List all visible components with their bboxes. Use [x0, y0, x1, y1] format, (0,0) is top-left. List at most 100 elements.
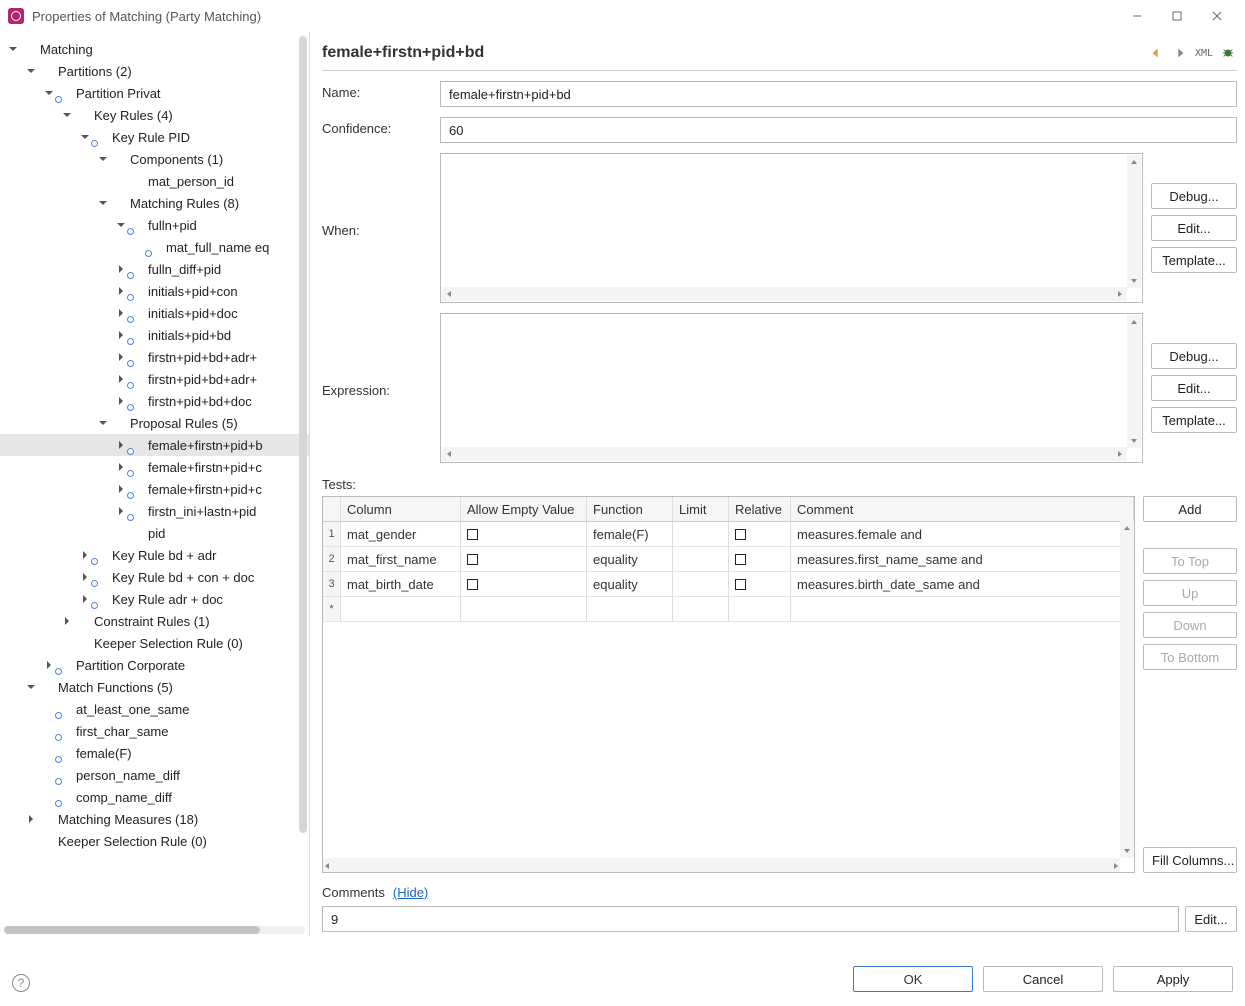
when-horizontal-scrollbar[interactable] — [442, 287, 1127, 301]
cell-allow-empty[interactable] — [461, 572, 587, 596]
tree-item[interactable]: mat_person_id — [0, 170, 309, 192]
when-template-button[interactable]: Template... — [1151, 247, 1237, 273]
checkbox-icon[interactable] — [735, 529, 746, 540]
tree-item[interactable]: Key Rule PID — [0, 126, 309, 148]
checkbox-icon[interactable] — [467, 554, 478, 565]
tree-item[interactable]: Matching Measures (18) — [0, 808, 309, 830]
chevron-right-icon[interactable] — [114, 372, 128, 386]
tree-item[interactable]: Partition Corporate — [0, 654, 309, 676]
xml-button[interactable]: XML — [1195, 44, 1213, 62]
comments-hide-link[interactable]: (Hide) — [393, 885, 428, 900]
tree[interactable]: MatchingPartitions (2)Partition PrivatKe… — [0, 38, 309, 852]
add-button[interactable]: Add — [1143, 496, 1237, 522]
chevron-right-icon[interactable] — [114, 262, 128, 276]
cell-column[interactable]: mat_birth_date — [341, 572, 461, 596]
maximize-button[interactable] — [1157, 3, 1197, 29]
chevron-down-icon[interactable] — [42, 86, 56, 100]
tests-horizontal-scrollbar[interactable] — [323, 858, 1120, 872]
cell-relative[interactable] — [729, 572, 791, 596]
cell-allow-empty[interactable] — [461, 522, 587, 546]
chevron-right-icon[interactable] — [114, 482, 128, 496]
cell-allow-empty[interactable] — [461, 547, 587, 571]
checkbox-icon[interactable] — [735, 554, 746, 565]
chevron-right-icon[interactable] — [114, 504, 128, 518]
cell-function[interactable]: equality — [587, 572, 673, 596]
tree-item[interactable]: comp_name_diff — [0, 786, 309, 808]
tree-item[interactable]: pid — [0, 522, 309, 544]
cell-relative[interactable] — [729, 547, 791, 571]
chevron-down-icon[interactable] — [114, 218, 128, 232]
tree-item[interactable]: initials+pid+bd — [0, 324, 309, 346]
close-button[interactable] — [1197, 3, 1237, 29]
expression-vertical-scrollbar[interactable] — [1127, 315, 1141, 448]
chevron-down-icon[interactable] — [96, 152, 110, 166]
tree-item[interactable]: female+firstn+pid+b — [0, 434, 309, 456]
ok-button[interactable]: OK — [853, 966, 973, 992]
cell-column[interactable]: mat_first_name — [341, 547, 461, 571]
table-row[interactable]: 3mat_birth_dateequalitymeasures.birth_da… — [323, 572, 1134, 597]
up-button[interactable]: Up — [1143, 580, 1237, 606]
nav-back-icon[interactable] — [1147, 44, 1165, 62]
tests-table[interactable]: Column Allow Empty Value Function Limit … — [322, 496, 1135, 873]
chevron-right-icon[interactable] — [78, 548, 92, 562]
tree-item[interactable]: Key Rules (4) — [0, 104, 309, 126]
name-input[interactable] — [440, 81, 1237, 107]
tree-item[interactable]: Keeper Selection Rule (0) — [0, 830, 309, 852]
cell-comment[interactable]: measures.first_name_same and — [791, 547, 1134, 571]
when-vertical-scrollbar[interactable] — [1127, 155, 1141, 288]
when-edit-button[interactable]: Edit... — [1151, 215, 1237, 241]
chevron-right-icon[interactable] — [114, 350, 128, 364]
chevron-right-icon[interactable] — [42, 658, 56, 672]
allow-empty-header[interactable]: Allow Empty Value — [461, 497, 587, 521]
cell-limit[interactable] — [673, 522, 729, 546]
chevron-right-icon[interactable] — [78, 570, 92, 584]
help-icon[interactable]: ? — [12, 974, 30, 992]
tree-item[interactable]: Partitions (2) — [0, 60, 309, 82]
tree-item[interactable]: Match Functions (5) — [0, 676, 309, 698]
chevron-right-icon[interactable] — [114, 306, 128, 320]
tree-item[interactable]: fulln+pid — [0, 214, 309, 236]
chevron-right-icon[interactable] — [114, 328, 128, 342]
expression-edit-button[interactable]: Edit... — [1151, 375, 1237, 401]
when-expression-box[interactable] — [440, 153, 1143, 303]
apply-button[interactable]: Apply — [1113, 966, 1233, 992]
checkbox-icon[interactable] — [467, 579, 478, 590]
tests-vertical-scrollbar[interactable] — [1120, 521, 1134, 858]
cell-function[interactable]: female(F) — [587, 522, 673, 546]
expression-box[interactable] — [440, 313, 1143, 463]
chevron-right-icon[interactable] — [114, 460, 128, 474]
tree-item[interactable]: person_name_diff — [0, 764, 309, 786]
cell-relative[interactable] — [729, 522, 791, 546]
cancel-button[interactable]: Cancel — [983, 966, 1103, 992]
column-header[interactable]: Column — [341, 497, 461, 521]
checkbox-icon[interactable] — [735, 579, 746, 590]
minimize-button[interactable] — [1117, 3, 1157, 29]
table-row[interactable]: 2mat_first_nameequalitymeasures.first_na… — [323, 547, 1134, 572]
chevron-down-icon[interactable] — [96, 416, 110, 430]
to-top-button[interactable]: To Top — [1143, 548, 1237, 574]
chevron-right-icon[interactable] — [114, 284, 128, 298]
tree-item[interactable]: Key Rule bd + con + doc — [0, 566, 309, 588]
chevron-right-icon[interactable] — [24, 812, 38, 826]
tree-item[interactable]: firstn_ini+lastn+pid — [0, 500, 309, 522]
chevron-right-icon[interactable] — [114, 438, 128, 452]
confidence-input[interactable] — [440, 117, 1237, 143]
nav-forward-icon[interactable] — [1171, 44, 1189, 62]
chevron-down-icon[interactable] — [24, 64, 38, 78]
tree-item[interactable]: Partition Privat — [0, 82, 309, 104]
when-debug-button[interactable]: Debug... — [1151, 183, 1237, 209]
function-header[interactable]: Function — [587, 497, 673, 521]
tree-item[interactable]: initials+pid+doc — [0, 302, 309, 324]
tree-item[interactable]: Key Rule adr + doc — [0, 588, 309, 610]
tree-item[interactable]: mat_full_name eq — [0, 236, 309, 258]
comment-header[interactable]: Comment — [791, 497, 1134, 521]
to-bottom-button[interactable]: To Bottom — [1143, 644, 1237, 670]
chevron-right-icon[interactable] — [60, 614, 74, 628]
limit-header[interactable]: Limit — [673, 497, 729, 521]
tree-horizontal-scrollbar[interactable] — [4, 926, 305, 934]
chevron-down-icon[interactable] — [96, 196, 110, 210]
table-row[interactable]: 1mat_genderfemale(F)measures.female and — [323, 522, 1134, 547]
tree-item[interactable]: female(F) — [0, 742, 309, 764]
tree-item[interactable]: Matching Rules (8) — [0, 192, 309, 214]
tree-item[interactable]: Components (1) — [0, 148, 309, 170]
